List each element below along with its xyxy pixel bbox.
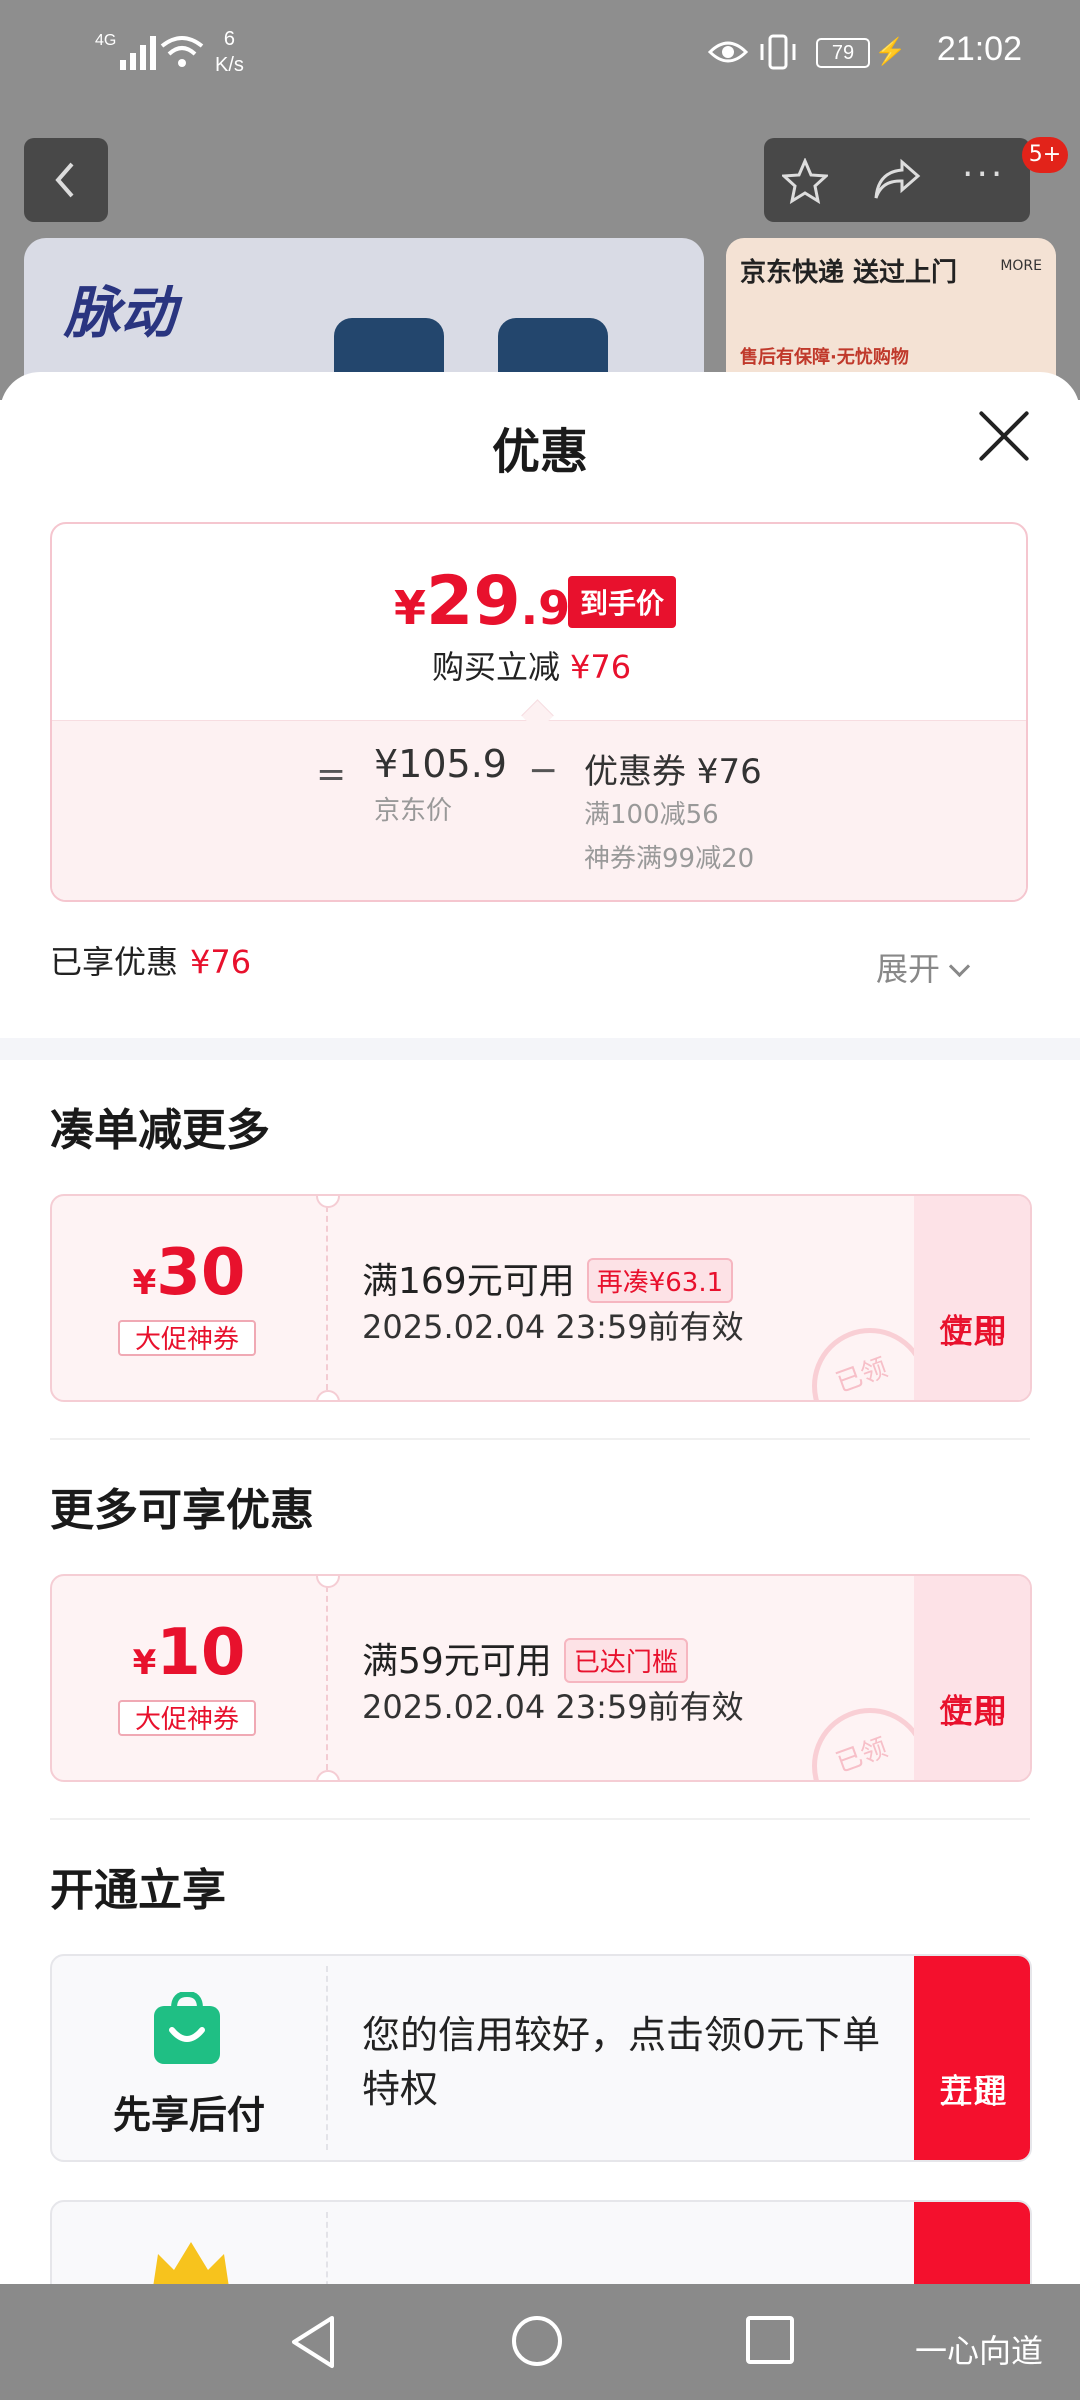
watermark-text: 一心向道 bbox=[915, 2332, 1044, 2370]
coupon-amount: ¥30 bbox=[132, 1236, 246, 1310]
divider bbox=[50, 1438, 1030, 1440]
final-price-tag: 到手价 bbox=[568, 576, 677, 628]
promo-title: 京东快递 送过上门 bbox=[740, 258, 958, 288]
membership-card: 立即 bbox=[50, 2200, 1032, 2284]
coupon-total: 优惠券 ¥76 bbox=[584, 752, 762, 792]
nav-recents-icon[interactable] bbox=[746, 2316, 794, 2364]
card-separator bbox=[326, 1966, 328, 2150]
coupon-validity: 2025.02.04 23:59前有效 bbox=[362, 1688, 744, 1726]
network-indicator: 4G bbox=[95, 32, 117, 49]
claimed-stamp: 已领 bbox=[812, 1328, 928, 1400]
nav-home-icon[interactable] bbox=[512, 2316, 562, 2366]
jd-price-label: 京东价 bbox=[374, 796, 453, 826]
final-price: ¥29.9 bbox=[394, 562, 571, 641]
share-icon[interactable] bbox=[872, 158, 922, 202]
brand-logo: 脉动 bbox=[64, 281, 176, 346]
card-separator bbox=[326, 2212, 328, 2284]
coupon-separator bbox=[326, 1206, 328, 1390]
instant-reduction: 购买立减 ¥76 bbox=[432, 648, 632, 686]
pay-later-description: 您的信用较好，点击领0元下单特权 bbox=[362, 2013, 881, 2111]
divider bbox=[50, 1818, 1030, 1820]
coupon-type-tag: 大促神券 bbox=[118, 1320, 256, 1356]
expand-button[interactable]: 展开 bbox=[876, 944, 971, 990]
vibrate-icon bbox=[760, 34, 796, 70]
net-speed-unit: K/s bbox=[215, 54, 244, 76]
discount-sheet: 优惠 ¥29.9 到手价 购买立减 ¥76 = ¥105.9 京东价 − 优惠券 … bbox=[0, 372, 1080, 2284]
section-title: 开通立享 bbox=[50, 1865, 226, 1916]
jd-price: ¥105.9 bbox=[374, 742, 507, 786]
promo-subtitle: 售后有保障·无忧购物 bbox=[740, 347, 909, 368]
activate-button[interactable]: 立即 bbox=[914, 2202, 1030, 2284]
net-speed: 6 K/s bbox=[215, 26, 244, 78]
coupon-notch bbox=[316, 1576, 340, 1588]
coupon-status-pill: 已达门槛 bbox=[563, 1637, 688, 1683]
close-icon[interactable] bbox=[976, 408, 1032, 464]
message-badge: 5+ bbox=[1022, 137, 1068, 173]
coupon-separator bbox=[326, 1586, 328, 1770]
coupon-amount: ¥10 bbox=[132, 1616, 246, 1690]
coupon-status-pill: 再凑¥63.1 bbox=[586, 1257, 734, 1303]
use-now-button[interactable]: 立即 使用 bbox=[914, 1576, 1030, 1780]
section-divider bbox=[0, 1038, 1080, 1060]
shopping-bag-icon bbox=[154, 1992, 220, 2064]
coupon-card: ¥10 大促神券 满59元可用 已达门槛 2025.02.04 23:59前有效 … bbox=[50, 1574, 1032, 1782]
chevron-down-icon bbox=[948, 955, 971, 978]
pay-later-name: 先享后付 bbox=[112, 2093, 265, 2137]
section-title: 凑单减更多 bbox=[50, 1105, 270, 1156]
enjoyed-discount: 已享优惠 ¥76 bbox=[50, 943, 252, 981]
sheet-title: 优惠 bbox=[491, 424, 588, 480]
nav-back-icon[interactable] bbox=[288, 2314, 338, 2370]
battery-icon: 79 bbox=[816, 38, 870, 68]
coupon-notch bbox=[316, 1196, 340, 1208]
top-actions: ··· bbox=[764, 138, 1030, 222]
wifi-icon bbox=[160, 36, 204, 67]
system-nav-bar: 一心向道 bbox=[0, 2284, 1080, 2400]
charging-icon: ⚡ bbox=[874, 36, 907, 66]
equals-sign: = bbox=[316, 754, 347, 795]
coupon-validity: 2025.02.04 23:59前有效 bbox=[362, 1308, 744, 1346]
activate-button[interactable]: 立即 开通 bbox=[914, 1956, 1030, 2160]
claimed-stamp: 已领 bbox=[812, 1708, 928, 1780]
coupon-type-tag: 大促神券 bbox=[118, 1700, 256, 1736]
coupon-detail: 神券满99减20 bbox=[584, 844, 755, 874]
net-speed-value: 6 bbox=[223, 28, 236, 50]
coupon-notch bbox=[316, 1770, 340, 1780]
minus-sign: − bbox=[528, 750, 559, 791]
status-bar: 4G 6 K/s 79 ⚡ 21:02 bbox=[0, 0, 1080, 100]
back-button[interactable] bbox=[24, 138, 108, 222]
section-title: 更多可享优惠 bbox=[50, 1485, 314, 1536]
promo-more: MORE bbox=[1000, 258, 1042, 274]
more-icon[interactable]: ··· bbox=[962, 154, 1005, 195]
use-now-button[interactable]: 立即 使用 bbox=[914, 1196, 1030, 1400]
crown-icon bbox=[153, 2242, 229, 2284]
coupon-card: ¥30 大促神券 满169元可用 再凑¥63.1 2025.02.04 23:59… bbox=[50, 1194, 1032, 1402]
clock: 21:02 bbox=[936, 30, 1022, 68]
coupon-condition: 满169元可用 再凑¥63.1 bbox=[362, 1252, 734, 1306]
price-summary-card: ¥29.9 到手价 购买立减 ¥76 = ¥105.9 京东价 − 优惠券 ¥76… bbox=[50, 522, 1028, 902]
price-breakdown-area bbox=[52, 720, 1026, 900]
chevron-left-icon bbox=[55, 162, 74, 198]
signal-icon bbox=[120, 36, 156, 70]
eye-icon bbox=[708, 41, 748, 63]
coupon-detail: 满100减56 bbox=[584, 800, 719, 830]
coupon-condition: 满59元可用 已达门槛 bbox=[362, 1632, 688, 1686]
coupon-notch bbox=[316, 1390, 340, 1400]
star-icon[interactable] bbox=[782, 158, 828, 204]
pay-later-card: 先享后付 您的信用较好，点击领0元下单特权 立即 开通 bbox=[50, 1954, 1032, 2162]
